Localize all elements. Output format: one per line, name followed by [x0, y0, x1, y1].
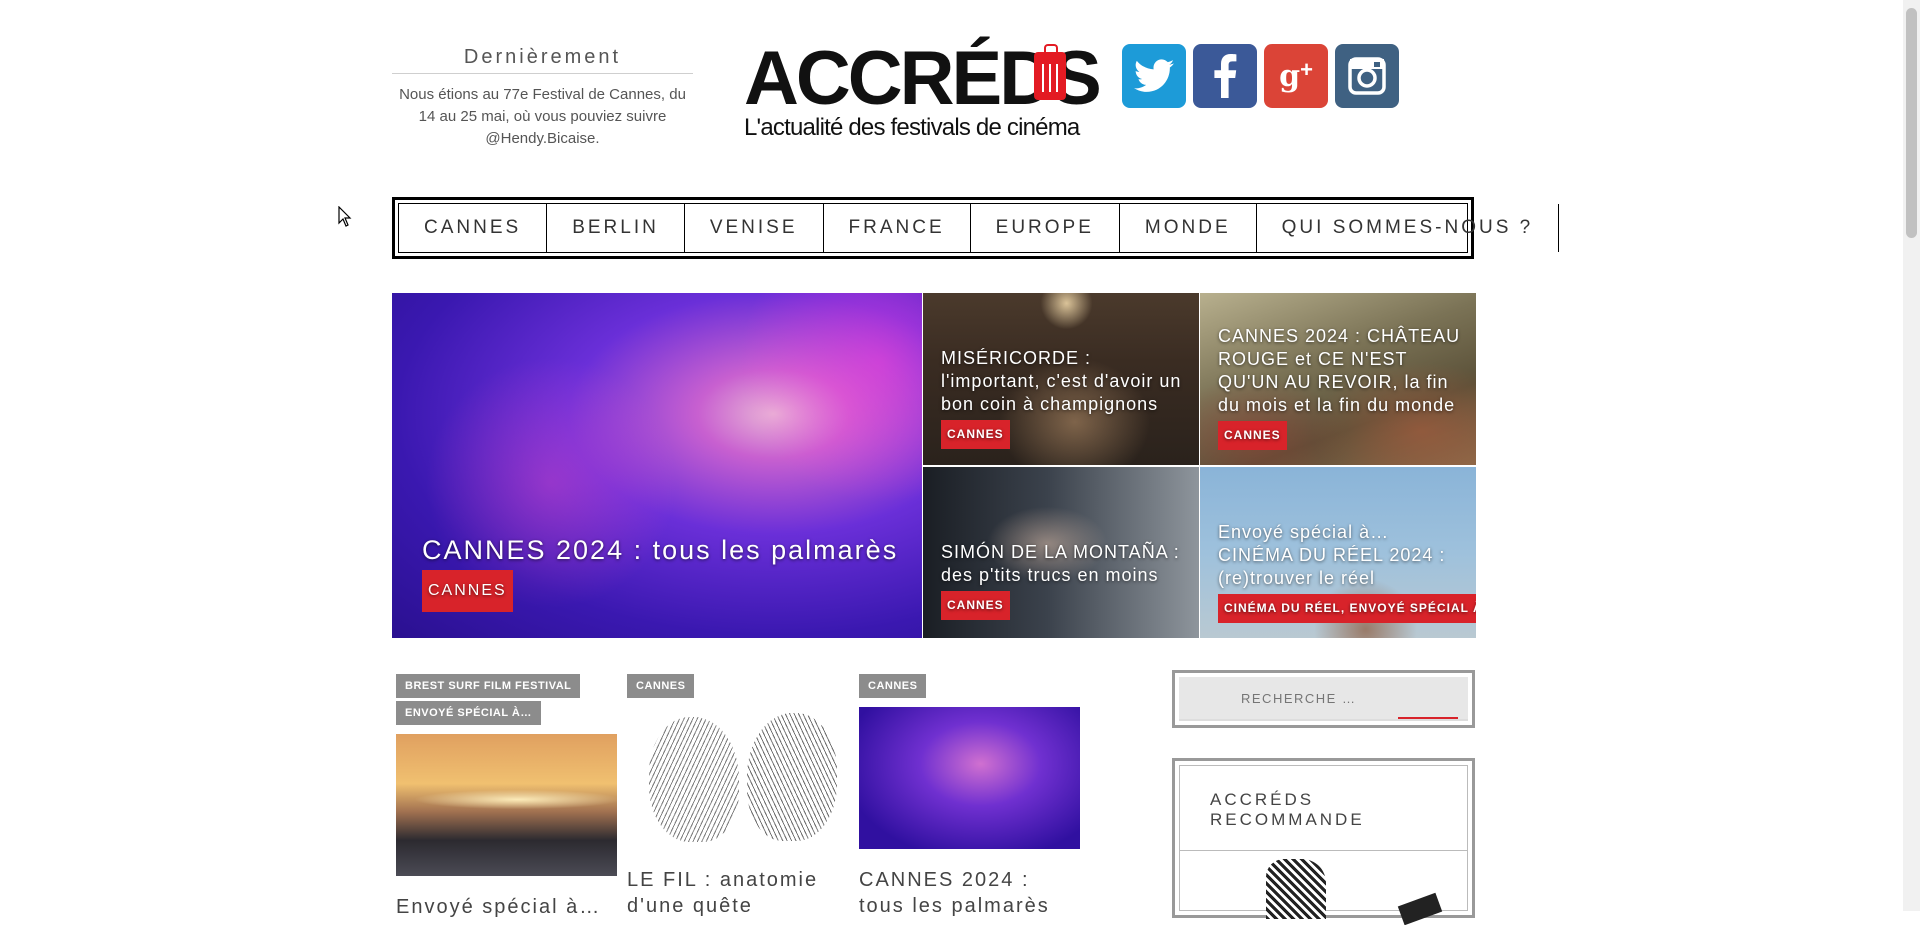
nav-item-monde[interactable]: MONDE [1120, 204, 1257, 252]
nav-item-cannes[interactable]: CANNES [399, 204, 548, 252]
post-tag[interactable]: BREST SURF FILM FESTIVAL [396, 674, 581, 698]
instagram-icon[interactable] [1335, 44, 1399, 108]
featured-tile-title[interactable]: MISÉRICORDE : l'important, c'est d'avoir… [941, 347, 1191, 416]
recommend-widget: ACCRÉDS RECOMMANDE [1172, 758, 1475, 925]
post-title[interactable]: CANNES 2024 : tous les palmarès [859, 867, 1080, 919]
featured-tile-tag[interactable]: CANNES [1218, 421, 1287, 450]
featured-tile[interactable]: CANNES 2024 : CHÂTEAU ROUGE et CE N'EST … [1200, 293, 1476, 465]
facebook-icon[interactable] [1193, 44, 1257, 108]
recommend-title: ACCRÉDS RECOMMANDE [1180, 766, 1467, 851]
mouse-cursor-icon [338, 206, 352, 227]
featured-tile-title[interactable]: CANNES 2024 : CHÂTEAU ROUGE et CE N'EST … [1218, 325, 1468, 417]
post-title[interactable]: Envoyé spécial à… [396, 894, 617, 920]
nav-item-berlin[interactable]: BERLIN [547, 204, 685, 252]
search-input[interactable] [1179, 677, 1468, 721]
recent-title: Dernièrement [392, 46, 693, 74]
post-tag[interactable]: CANNES [627, 674, 695, 698]
featured-main-title[interactable]: CANNES 2024 : tous les palmarès [422, 533, 902, 567]
post-thumbnail[interactable] [627, 707, 848, 849]
featured-tile-tag[interactable]: CANNES [941, 591, 1010, 620]
main-nav: CANNES BERLIN VENISE FRANCE EUROPE MONDE… [392, 197, 1560, 259]
accreditation-badge-icon [1034, 44, 1066, 100]
post-title[interactable]: LE FIL : anatomie d'une quête [627, 867, 848, 919]
featured-tile[interactable]: Envoyé spécial à… CINÉMA DU RÉEL 2024 : … [1200, 467, 1476, 638]
social-links: g + [1122, 44, 1399, 108]
post-card[interactable]: CANNES LE FIL : anatomie d'une quête [627, 674, 848, 919]
nav-item-europe[interactable]: EUROPE [971, 204, 1120, 252]
featured-tile[interactable]: MISÉRICORDE : l'important, c'est d'avoir… [923, 293, 1199, 465]
recommend-image[interactable] [1180, 851, 1467, 925]
recent-widget: Dernièrement Nous étions au 77e Festival… [392, 46, 693, 150]
post-card[interactable]: BREST SURF FILM FESTIVAL ENVOYÉ SPÉCIAL … [396, 674, 617, 920]
scrollbar-thumb[interactable] [1906, 8, 1917, 238]
nav-item-qui-sommes-nous[interactable]: QUI SOMMES-NOUS ? [1257, 204, 1560, 252]
featured-main[interactable]: CANNES 2024 : tous les palmarès CANNES [392, 293, 922, 638]
post-thumbnail[interactable] [859, 707, 1080, 849]
page-scrollbar[interactable] [1903, 0, 1920, 911]
post-thumbnail[interactable] [396, 734, 617, 876]
featured-tile-tag[interactable]: CANNES [941, 420, 1010, 449]
post-card[interactable]: CANNES CANNES 2024 : tous les palmarès [859, 674, 1080, 919]
featured-tile[interactable]: SIMÓN DE LA MONTAÑA : des p'tits trucs e… [923, 467, 1199, 638]
nav-item-france[interactable]: FRANCE [824, 204, 971, 252]
nav-item-venise[interactable]: VENISE [685, 204, 824, 252]
google-plus-icon[interactable]: g + [1264, 44, 1328, 108]
logo-tagline: L'actualité des festivals de cinéma [744, 114, 1080, 141]
post-tag[interactable]: CANNES [859, 674, 927, 698]
search-widget [1172, 670, 1475, 728]
site-logo[interactable]: ACCRÉDS L'actualité des festivals de cin… [740, 34, 1102, 144]
featured-tile-title[interactable]: SIMÓN DE LA MONTAÑA : des p'tits trucs e… [941, 541, 1191, 587]
featured-tile-tag[interactable]: CINÉMA DU RÉEL, ENVOYÉ SPÉCIAL À… [1218, 594, 1476, 623]
featured-tile-title[interactable]: Envoyé spécial à… CINÉMA DU RÉEL 2024 : … [1218, 521, 1468, 590]
post-tag[interactable]: ENVOYÉ SPÉCIAL À… [396, 701, 541, 725]
twitter-icon[interactable] [1122, 44, 1186, 108]
search-underline [1398, 717, 1458, 719]
featured-main-tag[interactable]: CANNES [422, 570, 513, 612]
recent-text: Nous étions au 77e Festival de Cannes, d… [399, 86, 686, 147]
